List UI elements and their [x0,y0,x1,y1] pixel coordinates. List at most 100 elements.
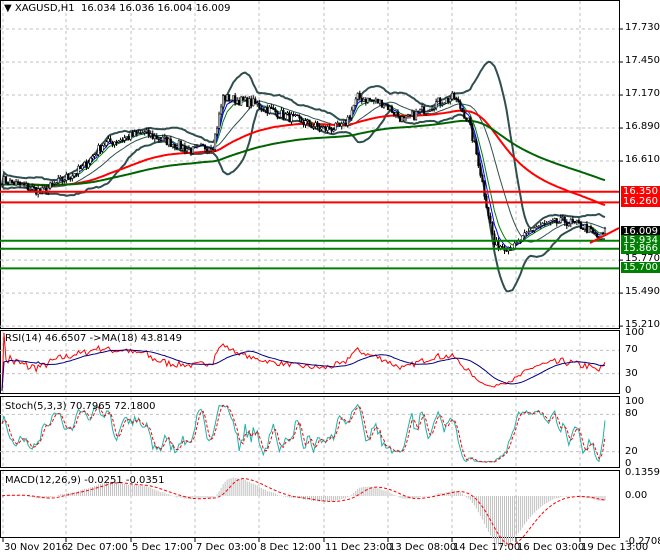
candle-body [388,106,391,110]
candle-body [101,145,104,152]
candle-body [437,97,440,102]
candle-body [266,107,269,114]
candle-body [400,116,404,122]
candle-body [226,94,229,101]
candle-body [2,176,6,185]
candle-body [603,228,607,234]
candle-body [19,181,22,186]
candle-body [372,99,375,102]
candle-body [75,173,78,175]
candle-body [362,98,365,102]
time-axis-label: 11 Dec 23:00 [325,542,393,553]
time-axis-label: 30 Nov 2016 [4,542,69,553]
candle-body [376,98,379,104]
candle-body [11,179,14,183]
candle-body [525,232,528,234]
candle-body [77,166,80,174]
candle-body [250,98,253,107]
candle-body [429,109,432,112]
candle-body [547,221,550,224]
candle-body [262,108,265,111]
candle-body [348,116,351,119]
candle-body [380,99,383,108]
candle-body [8,179,12,185]
candle-body [322,126,325,129]
candle-body [175,147,178,150]
candle-body [465,118,468,121]
candle-body [33,186,36,189]
candle-body [133,131,136,137]
candle-body [583,224,586,230]
candle-body [145,129,148,132]
candle-body [81,165,84,170]
candle-body [378,99,381,104]
candle-body [207,147,211,152]
candle-body [51,182,54,185]
candle-body [43,187,46,189]
candle-body [356,92,359,100]
candle-body [575,220,578,223]
candle-body [413,111,416,120]
candle-body [125,136,128,139]
candle-body [601,232,605,235]
candle-body [569,219,572,225]
candle-body [557,222,560,224]
time-axis-label: 7 Dec 03:00 [196,542,257,553]
candle-body [467,117,470,121]
candle-body [220,106,223,115]
candle-body [31,186,34,190]
candle-body [585,224,588,233]
time-axis-label: 5 Dec 17:00 [132,542,193,553]
candle-body [559,217,562,223]
candle-body [141,132,144,134]
candle-body [254,98,257,104]
candle-body [443,102,446,105]
candle-body [453,93,456,99]
candle-body [228,94,231,102]
candle-body [139,132,142,134]
candle-body [216,127,219,135]
candle-body [449,98,452,102]
price-level-tag: 16.350 [621,185,660,197]
candle-body [461,108,464,112]
candle-body [314,122,317,127]
candle-body [352,105,355,111]
candle-body [344,122,347,126]
candle-body [61,176,64,182]
candle-body [308,119,311,126]
candle-body [298,115,301,119]
candle-body [338,122,341,127]
candle-body [171,143,174,147]
dropdown-icon[interactable]: ▼ [4,3,12,14]
stoch-axis-label: 20 [625,445,638,457]
candle-body [563,216,566,223]
stoch-axis-label: 80 [625,408,638,420]
candle-body [312,126,315,128]
candle-body [288,112,291,122]
candle-body [73,173,76,177]
candle-body [95,154,98,156]
candle-body [591,229,594,233]
candle-body [173,143,176,148]
macd-axis-label: 0.00 [625,490,648,501]
time-axis-label: 16 Dec 03:00 [517,542,585,553]
candle-body [318,126,321,130]
candle-body [310,124,313,128]
candle-body [425,111,428,114]
candle-body [129,132,132,140]
candle-body [463,111,466,119]
candle-body [153,135,156,139]
time-axis-label: 19 Dec 13:00 [581,542,649,553]
candle-body [551,220,554,222]
candle-body [382,104,385,108]
open-value: 16.034 [80,3,116,14]
high-value: 16.036 [119,3,155,14]
candle-body [567,223,570,226]
candle-body [181,145,184,150]
candle-body [278,116,281,119]
candle-body [529,230,532,232]
candle-body [374,98,377,102]
candle-body [286,112,289,115]
candle-body [493,233,496,246]
close-value: 16.009 [195,3,231,14]
